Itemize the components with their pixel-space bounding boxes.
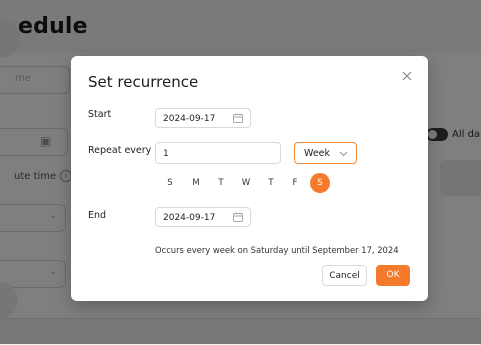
cancel-button[interactable]: Cancel xyxy=(322,265,367,286)
start-date-value: 2024-09-17 xyxy=(163,114,216,124)
start-date-input[interactable]: 2024-09-17 xyxy=(155,108,251,128)
dialog-title: Set recurrence xyxy=(88,73,199,91)
weekday-saturday[interactable]: S xyxy=(310,173,330,193)
end-label: End xyxy=(88,210,107,221)
repeat-interval-input[interactable]: 1 xyxy=(155,142,281,164)
start-label: Start xyxy=(88,109,112,120)
weekday-picker: S M T W T F S xyxy=(160,173,330,193)
weekday-wednesday[interactable]: W xyxy=(236,173,256,193)
weekday-friday[interactable]: F xyxy=(285,173,305,193)
repeat-every-label: Repeat every xyxy=(88,145,152,156)
repeat-interval-value: 1 xyxy=(163,149,169,159)
end-date-input[interactable]: 2024-09-17 xyxy=(155,207,251,227)
repeat-unit-value: Week xyxy=(304,148,331,159)
chevron-down-icon xyxy=(339,151,348,157)
close-icon[interactable] xyxy=(400,69,414,83)
ok-button[interactable]: OK xyxy=(376,265,410,286)
weekday-thursday[interactable]: T xyxy=(261,173,281,193)
recurrence-summary: Occurs every week on Saturday until Sept… xyxy=(155,245,399,255)
calendar-icon xyxy=(233,113,243,123)
recurrence-dialog: Set recurrence Start 2024-09-17 Repeat e… xyxy=(71,56,428,301)
weekday-sunday[interactable]: S xyxy=(160,173,180,193)
calendar-icon xyxy=(233,212,243,222)
weekday-tuesday[interactable]: T xyxy=(211,173,231,193)
weekday-monday[interactable]: M xyxy=(186,173,206,193)
end-date-value: 2024-09-17 xyxy=(163,213,216,223)
repeat-unit-select[interactable]: Week xyxy=(294,142,357,164)
